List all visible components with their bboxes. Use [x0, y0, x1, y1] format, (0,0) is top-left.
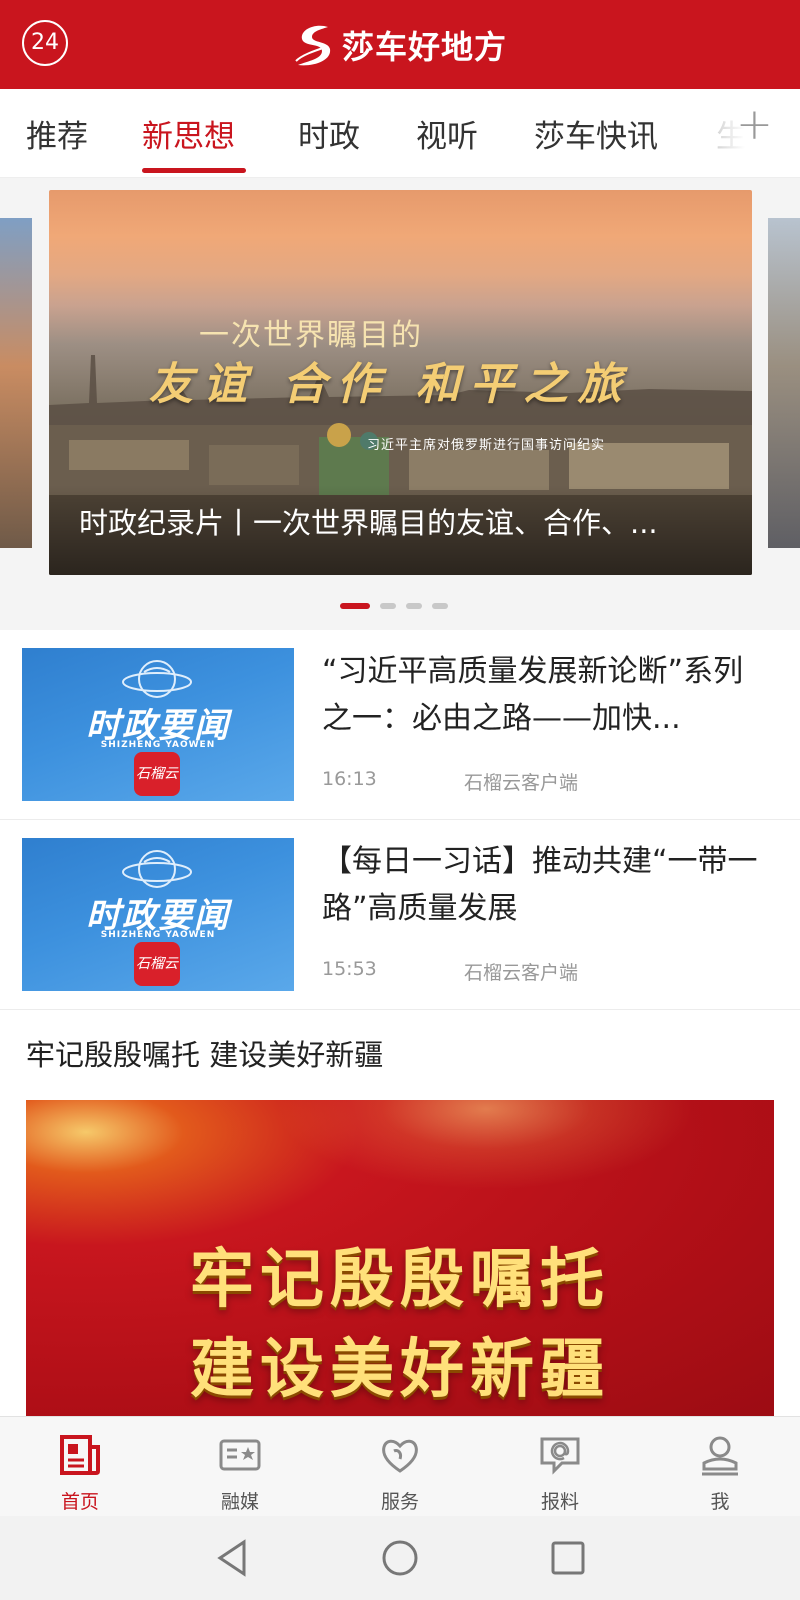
carousel-dot[interactable] — [432, 603, 448, 609]
slide-caption: 时政纪录片丨一次世界瞩目的友谊、合作、... — [79, 506, 658, 540]
system-nav-bar — [0, 1516, 800, 1600]
nav-report[interactable]: 报料 — [480, 1417, 640, 1517]
report-chat-icon — [540, 1437, 580, 1475]
nav-label: 融媒 — [220, 1491, 259, 1513]
carousel-dot[interactable] — [340, 603, 370, 609]
badge-24[interactable]: 24 — [22, 20, 68, 66]
recents-icon[interactable] — [546, 1536, 590, 1580]
nav-label: 首页 — [60, 1491, 99, 1513]
tab-audiovisual[interactable]: 视听 — [416, 111, 478, 156]
globe-icon — [122, 660, 192, 698]
news-title[interactable]: 【每日一习话】推动共建“一带一路”高质量发展 — [322, 838, 762, 932]
globe-icon — [122, 850, 192, 888]
news-list-item[interactable]: 时政要闻 SHIZHENG YAOWEN 石榴云 “习近平高质量发展新论断”系列… — [0, 630, 800, 820]
thumbnail-subtitle: SHIZHENG YAOWEN — [100, 930, 216, 940]
news-list-item[interactable]: 时政要闻 SHIZHENG YAOWEN 石榴云 【每日一习话】推动共建“一带一… — [0, 820, 800, 1010]
nav-label: 报料 — [540, 1491, 579, 1513]
tab-shache-news[interactable]: 莎车快讯 — [534, 111, 658, 156]
carousel-next-slide-peek[interactable] — [768, 218, 800, 548]
banner-sparkle — [276, 1100, 696, 1190]
nav-media[interactable]: 融媒 — [160, 1417, 320, 1517]
section-banner[interactable]: 牢记殷殷嘱托 建设美好新疆 — [26, 1100, 774, 1420]
news-time: 16:13 — [322, 768, 377, 790]
app-name: 莎车好地方 — [342, 28, 508, 66]
carousel-pagination — [340, 603, 448, 611]
news-thumbnail: 时政要闻 SHIZHENG YAOWEN 石榴云 — [22, 648, 294, 801]
nav-me[interactable]: 我 — [640, 1417, 800, 1517]
carousel-dot[interactable] — [380, 603, 396, 609]
banner-carousel[interactable]: 一次世界瞩目的 友谊 合作 和平之旅 习近平主席对俄罗斯进行国事访问纪实 时政纪… — [0, 178, 800, 630]
tab-recommend[interactable]: 推荐 — [26, 111, 88, 156]
tab-new-thought[interactable]: 新思想 — [142, 111, 235, 156]
thumbnail-logo: 石榴云 — [134, 942, 180, 986]
news-icon — [60, 1435, 100, 1475]
news-thumbnail: 时政要闻 SHIZHENG YAOWEN 石榴云 — [22, 838, 294, 991]
banner-line1: 牢记殷殷嘱托 — [190, 1243, 610, 1317]
news-title[interactable]: “习近平高质量发展新论断”系列之一：必由之路——加快... — [322, 648, 762, 742]
slide-overlay-line2: 友谊 合作 和平之旅 — [149, 359, 632, 410]
plus-icon[interactable]: + — [736, 99, 773, 150]
banner-line2: 建设美好新疆 — [190, 1333, 610, 1407]
back-icon[interactable] — [210, 1536, 254, 1580]
app-logo: 莎车好地方 — [292, 20, 507, 70]
tab-politics[interactable]: 时政 — [298, 111, 360, 156]
channel-tabs: 推荐 新思想 时政 视听 莎车快讯 生活 + — [0, 89, 800, 178]
top-header: 24 莎车好地方 — [0, 0, 800, 89]
news-time: 15:53 — [322, 958, 377, 980]
app-logo-icon — [295, 25, 331, 66]
carousel-prev-slide-peek[interactable] — [0, 218, 32, 548]
section-title[interactable]: 牢记殷殷嘱托 建设美好新疆 — [26, 1032, 383, 1074]
carousel-dot[interactable] — [406, 603, 422, 609]
home-icon[interactable] — [378, 1536, 422, 1580]
heart-hands-icon — [382, 1439, 418, 1473]
media-icon — [219, 1439, 261, 1471]
thumbnail-logo: 石榴云 — [134, 752, 180, 796]
carousel-slide[interactable]: 一次世界瞩目的 友谊 合作 和平之旅 习近平主席对俄罗斯进行国事访问纪实 时政纪… — [49, 190, 752, 575]
thumbnail-subtitle: SHIZHENG YAOWEN — [100, 740, 216, 750]
active-tab-indicator — [142, 168, 246, 173]
bottom-navigation: 首页 融媒 服务 报料 我 — [0, 1416, 800, 1516]
news-source: 石榴云客户端 — [464, 962, 579, 984]
user-icon — [702, 1436, 738, 1476]
nav-home[interactable]: 首页 — [0, 1417, 160, 1517]
nav-services[interactable]: 服务 — [320, 1417, 480, 1517]
nav-label: 服务 — [380, 1491, 419, 1513]
slide-overlay-line3: 习近平主席对俄罗斯进行国事访问纪实 — [367, 438, 606, 453]
app-screen: 24 莎车好地方 推荐 新思想 时政 视听 莎车快讯 生活 + — [0, 0, 800, 1600]
news-source: 石榴云客户端 — [464, 772, 579, 794]
nav-label: 我 — [710, 1491, 730, 1513]
